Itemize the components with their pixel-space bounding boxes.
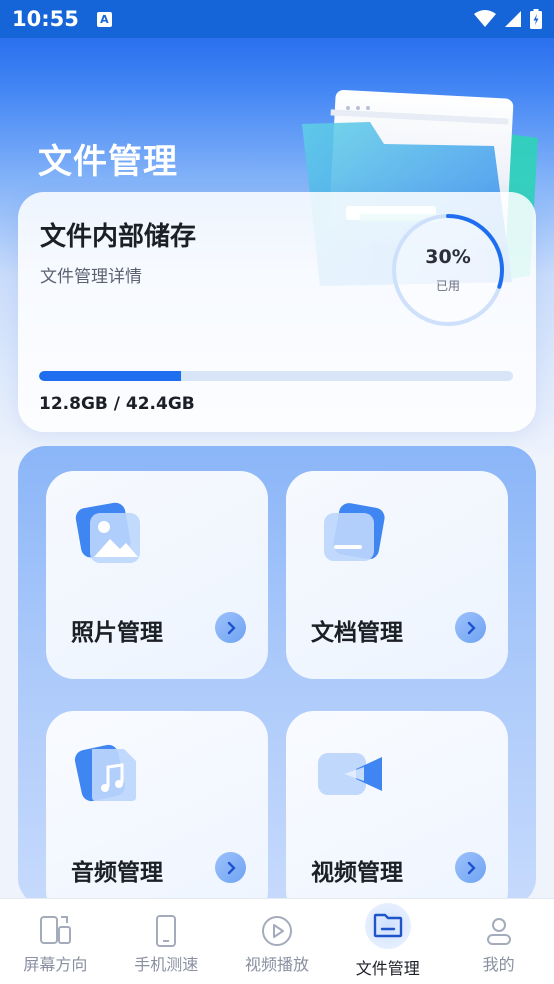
- wifi-icon: [474, 10, 496, 27]
- chevron-right-icon[interactable]: [215, 852, 246, 883]
- storage-amount: 12.8GB / 42.4GB: [39, 394, 195, 414]
- storage-card[interactable]: 文件内部储存 文件管理详情 30% 已用 12.8GB / 42.4GB: [18, 192, 536, 432]
- play-icon: [261, 916, 292, 946]
- nav-phone-speed[interactable]: 手机测速: [111, 899, 222, 984]
- page-title: 文件管理: [38, 142, 178, 182]
- phone-icon: [156, 915, 177, 947]
- storage-progress-bar: [39, 371, 513, 381]
- nav-label: 文件管理: [355, 959, 420, 978]
- chevron-right-icon[interactable]: [455, 852, 486, 883]
- battery-icon: [530, 9, 542, 29]
- category-panel: 照片管理 文档管理 音频管理 视频管理: [18, 446, 536, 919]
- tile-video-label: 视频管理: [311, 860, 403, 886]
- photo-icon: [75, 502, 140, 563]
- tile-audio-label: 音频管理: [71, 860, 163, 886]
- nav-label: 手机测速: [134, 955, 199, 974]
- bottom-nav: 屏幕方向 手机测速 视频播放 文件管理 我的: [0, 898, 554, 984]
- storage-subtitle: 文件管理详情: [40, 267, 142, 287]
- storage-progress-fill: [39, 371, 182, 381]
- tile-audio[interactable]: 音频管理: [46, 711, 268, 919]
- signal-icon: [505, 11, 521, 27]
- folder-icon: [373, 913, 402, 938]
- video-icon: [318, 753, 382, 795]
- storage-usage-gauge: [392, 214, 504, 326]
- notification-icon: A: [96, 11, 112, 27]
- nav-label: 我的: [482, 955, 515, 974]
- usage-used-label: 已用: [435, 279, 460, 293]
- screen-rotate-icon: [40, 916, 72, 944]
- status-time: 10:55: [12, 7, 79, 31]
- nav-label: 视频播放: [244, 955, 309, 974]
- user-icon: [486, 918, 511, 945]
- tile-document[interactable]: 文档管理: [286, 471, 508, 679]
- storage-title: 文件内部储存: [40, 222, 197, 252]
- nav-mine[interactable]: 我的: [443, 899, 554, 984]
- status-bar: 10:55 A: [0, 0, 554, 38]
- chevron-right-icon[interactable]: [455, 612, 486, 643]
- nav-video-play[interactable]: 视频播放: [222, 899, 333, 984]
- nav-screen-orientation[interactable]: 屏幕方向: [0, 899, 111, 984]
- music-icon: [74, 744, 136, 802]
- nav-label: 屏幕方向: [23, 955, 88, 974]
- chevron-right-icon[interactable]: [215, 612, 246, 643]
- status-icons: [474, 9, 542, 29]
- document-icon: [324, 503, 385, 561]
- tile-photo-label: 照片管理: [71, 620, 163, 646]
- tile-photo[interactable]: 照片管理: [46, 471, 268, 679]
- usage-percent: 30%: [425, 246, 471, 268]
- nav-file-manager[interactable]: 文件管理: [332, 899, 443, 984]
- tile-document-label: 文档管理: [311, 620, 403, 646]
- tile-video[interactable]: 视频管理: [286, 711, 508, 919]
